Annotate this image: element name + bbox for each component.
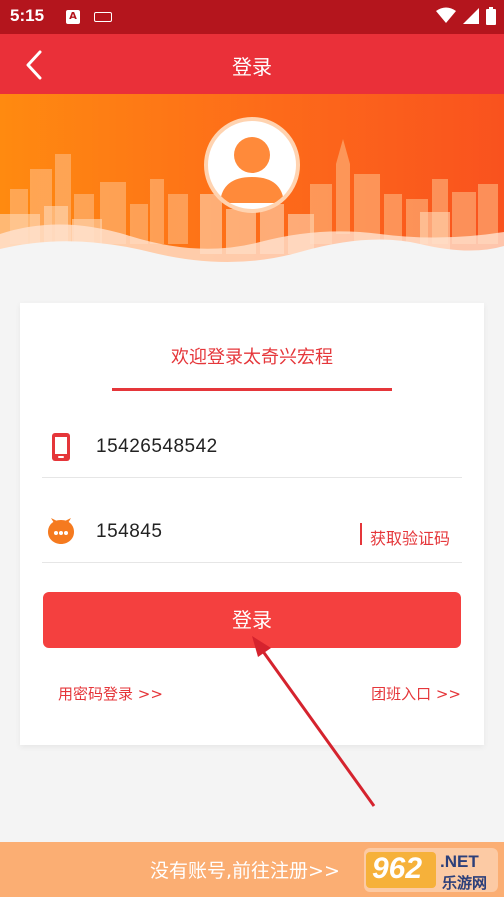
group-entry-link[interactable]: 团班入口 >> <box>371 683 461 704</box>
title-bar: 登录 <box>0 34 504 94</box>
watermark-caption: 乐游网 <box>442 874 488 892</box>
watermark-number: 962 <box>372 852 423 885</box>
status-bar: 5:15 A <box>0 0 504 34</box>
login-card: 欢迎登录太奇兴宏程 15426548542 154845 获取验证码 登录 用密… <box>20 303 484 745</box>
a-icon: A <box>66 10 80 24</box>
user-icon <box>220 137 284 203</box>
status-time: 5:15 <box>10 6 45 25</box>
header-banner <box>0 94 504 269</box>
login-button[interactable]: 登录 <box>43 592 461 648</box>
page-title: 登录 <box>232 55 272 79</box>
phone-icon <box>52 433 70 461</box>
get-code-button[interactable]: 获取验证码 <box>370 525 450 549</box>
welcome-text: 欢迎登录太奇兴宏程 <box>171 347 333 368</box>
welcome-underline <box>112 388 392 391</box>
code-field[interactable]: 154845 获取验证码 <box>42 503 462 563</box>
phone-input[interactable]: 15426548542 <box>96 436 218 458</box>
avatar[interactable] <box>204 117 300 213</box>
register-bar: 没有账号,前往注册>> 962 .NET 乐游网 <box>0 842 504 897</box>
phone-field[interactable]: 15426548542 <box>42 418 462 478</box>
watermark-suffix: .NET <box>440 852 479 871</box>
signal-icon <box>463 8 479 24</box>
battery-icon <box>486 7 496 25</box>
register-link[interactable]: 没有账号,前往注册>> <box>150 856 340 883</box>
keyboard-icon <box>94 12 112 22</box>
code-input[interactable]: 154845 <box>96 521 162 543</box>
chat-bubble-icon <box>48 518 74 544</box>
status-right-icons <box>436 7 496 25</box>
code-divider <box>360 523 362 545</box>
site-watermark: 962 .NET 乐游网 <box>362 846 500 894</box>
wifi-icon <box>436 7 456 23</box>
password-login-link[interactable]: 用密码登录 >> <box>58 683 163 704</box>
